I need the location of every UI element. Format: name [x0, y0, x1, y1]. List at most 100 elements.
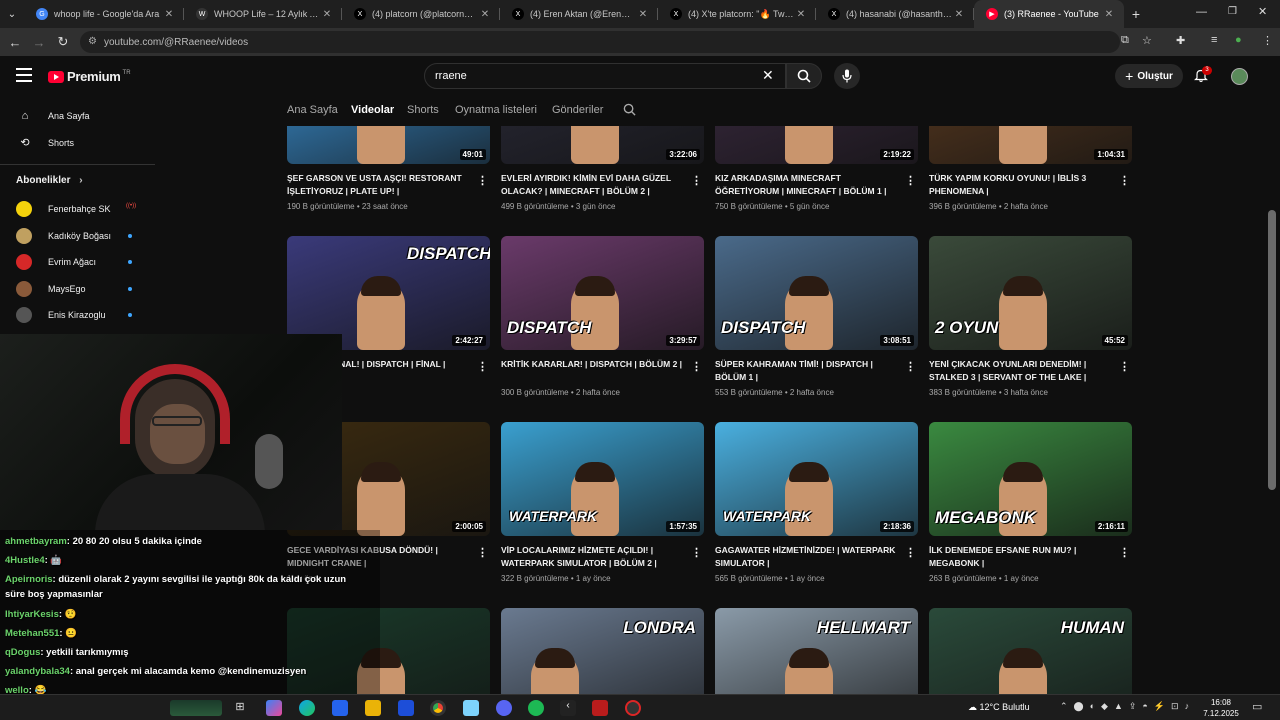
video-title[interactable]: VİP LOCALARIMIZ HİZMETE AÇILDI! | WATERP…	[501, 544, 704, 569]
browser-tab[interactable]: X (4) Eren Aktan (@ErenAktan) / X✕	[500, 0, 658, 28]
tab-close-icon[interactable]: ✕	[1102, 9, 1116, 20]
more-actions-icon[interactable]: ⋮	[1119, 360, 1130, 373]
file-explorer-icon[interactable]	[365, 700, 381, 716]
video-card[interactable]: DISPATCH 3:08:51 SÜPER KAHRAMAN TİMİ! | DI…	[715, 236, 918, 397]
profile-icon[interactable]: ●	[1235, 34, 1242, 46]
video-card[interactable]: DISPATCH 3:29:57 KRİTİK KARARLAR! | DISPAT…	[501, 236, 704, 397]
channel-tab[interactable]: Shorts	[407, 104, 439, 116]
more-actions-icon[interactable]: ⋮	[691, 546, 702, 559]
mail-icon[interactable]	[398, 700, 414, 716]
channel-tab[interactable]: Oynatma listeleri	[455, 104, 537, 116]
obs-app-icon[interactable]	[592, 700, 608, 716]
extensions-icon[interactable]: ✚	[1176, 34, 1185, 47]
account-avatar[interactable]	[1231, 68, 1248, 85]
browser-menu-icon[interactable]: ⋮	[1262, 34, 1273, 47]
menu-icon[interactable]	[16, 68, 32, 82]
address-bar[interactable]: ⚙ youtube.com/@RRaenee/videos	[80, 31, 1120, 53]
sidebar-item-home[interactable]: ⌂ Ana Sayfa	[0, 102, 155, 129]
tab-close-icon[interactable]: ✕	[478, 9, 492, 20]
window-minimize-button[interactable]: —	[1196, 6, 1207, 18]
more-actions-icon[interactable]: ⋮	[477, 360, 488, 373]
reload-button[interactable]: ↻	[51, 34, 75, 50]
video-title[interactable]: TÜRK YAPIM KORKU OYUNU! | İBLİS 3 PHENOM…	[929, 172, 1132, 197]
more-actions-icon[interactable]: ⋮	[905, 360, 916, 373]
install-app-icon[interactable]: ⧉	[1121, 34, 1129, 47]
browser-tab[interactable]: Gwhoop life - Google'da Ara ✕	[24, 0, 184, 28]
spotify-icon[interactable]	[528, 700, 544, 716]
browser-tab[interactable]: W WHOOP Life – 12 Aylık Aboneli✕	[184, 0, 342, 28]
video-thumbnail[interactable]: 2 OYUN 45:52	[929, 236, 1132, 350]
window-close-button[interactable]: ✕	[1258, 5, 1267, 18]
copilot-icon[interactable]	[266, 700, 282, 716]
store-icon[interactable]	[332, 700, 348, 716]
site-info-icon[interactable]: ⚙	[88, 36, 97, 47]
forward-button[interactable]: →	[27, 35, 51, 50]
video-title[interactable]: KIZ ARKADAŞIMA MINECRAFT ÖĞRETİYORUM | M…	[715, 172, 918, 197]
video-thumbnail[interactable]: LONDRA	[501, 608, 704, 694]
browser-tab[interactable]: X (4) X'te platcorn: "🔥 Twitch'e g✕	[658, 0, 816, 28]
back-button[interactable]: ←	[3, 35, 27, 50]
system-tray-icons[interactable]: ⌃⬤◐◆▲⇪◓⚡⊡♪	[1060, 701, 1195, 712]
video-thumbnail[interactable]: WATERPARK 2:18:36	[715, 422, 918, 536]
more-actions-icon[interactable]: ⋮	[1119, 546, 1130, 559]
more-actions-icon[interactable]: ⋮	[691, 174, 702, 187]
video-thumbnail[interactable]: PLATE UP! 49:01	[287, 126, 490, 164]
create-button[interactable]: + Oluştur	[1115, 64, 1183, 88]
reading-list-icon[interactable]: ≡	[1211, 34, 1217, 46]
tab-close-icon[interactable]: ✕	[794, 9, 808, 20]
clear-search-icon[interactable]: ✕	[762, 67, 774, 84]
channel-tab[interactable]: Gönderiler	[552, 104, 603, 116]
channel-tab[interactable]: Ana Sayfa	[287, 104, 338, 116]
video-title[interactable]: KRİTİK KARARLAR! | DISPATCH | BÖLÜM 2 |	[501, 358, 704, 383]
video-card[interactable]: WATERPARK 1:57:35 VİP LOCALARIMIZ HİZMETE …	[501, 422, 704, 583]
video-thumbnail[interactable]: 3:22:06	[501, 126, 704, 164]
search-input[interactable]: rraene	[424, 63, 786, 89]
bookmark-star-icon[interactable]: ☆	[1142, 34, 1152, 47]
browser-tab[interactable]: X (4) platcorn (@platcornweb) / X✕	[342, 0, 500, 28]
tab-close-icon[interactable]: ✕	[636, 9, 650, 20]
discord-icon[interactable]	[496, 700, 512, 716]
window-restore-button[interactable]: ❐	[1228, 6, 1237, 17]
more-actions-icon[interactable]: ⋮	[1119, 174, 1130, 187]
video-card[interactable]: 2:19:22 KIZ ARKADAŞIMA MINECRAFT ÖĞRETİYO…	[715, 126, 918, 211]
video-thumbnail[interactable]: DISPATCH 3:08:51	[715, 236, 918, 350]
search-button[interactable]	[786, 63, 822, 89]
browser-tab[interactable]: X (4) hasanabi (@hasanthehun) / X✕	[816, 0, 974, 28]
video-title[interactable]: YENİ ÇIKACAK OYUNLARI DENEDİM! | STALKED…	[929, 358, 1132, 383]
video-thumbnail[interactable]: MEGABONK 2:16:11	[929, 422, 1132, 536]
video-thumbnail[interactable]: HUMAN	[929, 608, 1132, 694]
notepad-icon[interactable]	[463, 700, 479, 716]
taskbar-widget-thumbnail[interactable]	[170, 700, 222, 716]
youtube-logo[interactable]: Premium TR	[48, 69, 131, 84]
app-icon[interactable]: ‹	[560, 700, 576, 716]
video-thumbnail[interactable]: 1:04:31	[929, 126, 1132, 164]
video-thumbnail[interactable]: 2:19:22	[715, 126, 918, 164]
weather-widget[interactable]: ☁ 12°C Bulutlu	[968, 702, 1030, 713]
more-actions-icon[interactable]: ⋮	[905, 174, 916, 187]
task-view-icon[interactable]: ⊞	[232, 700, 248, 716]
tab-close-icon[interactable]: ✕	[320, 9, 334, 20]
video-title[interactable]: ŞEF GARSON VE USTA AŞÇI! RESTORANT İŞLET…	[287, 172, 490, 197]
tab-close-icon[interactable]: ✕	[162, 9, 176, 20]
voice-search-button[interactable]	[834, 63, 860, 89]
notifications-center-icon[interactable]: ▭	[1252, 700, 1262, 713]
video-card[interactable]: MEGABONK 2:16:11 İLK DENEMEDE EFSANE RUN M…	[929, 422, 1132, 583]
video-thumbnail[interactable]: DISPATCH 2:42:27	[287, 236, 490, 350]
video-card[interactable]: 3:22:06 EVLERİ AYIRDIK! KİMİN EVİ DAHA GÜ…	[501, 126, 704, 211]
video-card[interactable]: LONDRA	[501, 608, 704, 694]
new-tab-button[interactable]: +	[1124, 6, 1148, 22]
browser-tab[interactable]: ▶ (3) RRaenee - YouTube ✕	[974, 0, 1124, 28]
video-title[interactable]: İLK DENEMEDE EFSANE RUN MU? | MEGABONK |	[929, 544, 1132, 569]
video-title[interactable]: EVLERİ AYIRDIK! KİMİN EVİ DAHA GÜZEL OLA…	[501, 172, 704, 197]
obs-icon[interactable]	[625, 700, 641, 716]
video-thumbnail[interactable]: WATERPARK 1:57:35	[501, 422, 704, 536]
video-card[interactable]: 1:04:31 TÜRK YAPIM KORKU OYUNU! | İBLİS 3…	[929, 126, 1132, 211]
tab-close-icon[interactable]: ✕	[952, 9, 966, 20]
edge-icon[interactable]	[299, 700, 315, 716]
chrome-icon[interactable]	[430, 700, 446, 716]
video-thumbnail[interactable]: DISPATCH 3:29:57	[501, 236, 704, 350]
page-scrollbar[interactable]	[1268, 210, 1276, 490]
video-title[interactable]: GAGAWATER HİZMETİNİZDE! | WATERPARK SIMU…	[715, 544, 918, 569]
video-card[interactable]: PLATE UP! 49:01 ŞEF GARSON VE USTA AŞÇI! R…	[287, 126, 490, 211]
more-actions-icon[interactable]: ⋮	[477, 546, 488, 559]
